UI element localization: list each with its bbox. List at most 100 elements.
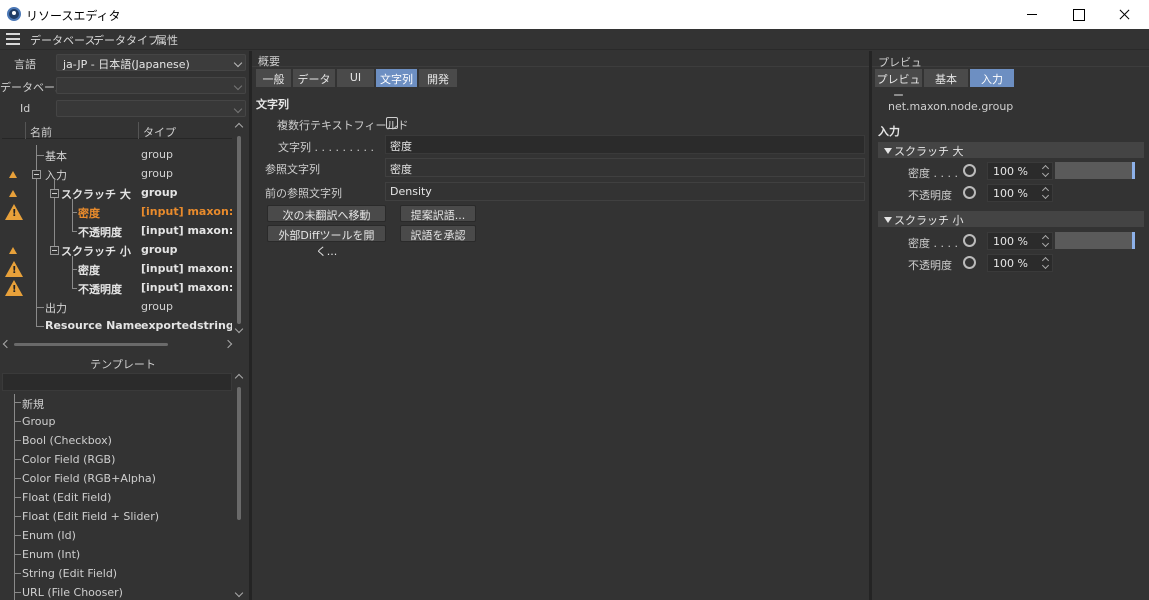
tree-row[interactable]: 基本 group xyxy=(0,146,232,165)
tab-ui[interactable]: UI xyxy=(337,69,375,87)
template-vertical-scrollbar[interactable] xyxy=(234,373,244,600)
tab-basic[interactable]: 基本 xyxy=(924,69,969,87)
scroll-up-icon[interactable] xyxy=(234,373,244,383)
language-select[interactable]: ja-JP - 日本語(Japanese) xyxy=(56,54,246,71)
tab-preview[interactable]: プレビュー xyxy=(875,69,923,102)
opacity-input[interactable]: 100 % xyxy=(987,254,1053,272)
scroll-thumb[interactable] xyxy=(237,136,241,324)
tree-row[interactable]: スクラッチ 大 group xyxy=(0,184,232,203)
group-scratch-large-header[interactable]: スクラッチ 大 xyxy=(878,142,1144,158)
string-input[interactable]: 密度 xyxy=(385,135,865,154)
tab-input[interactable]: 入力 xyxy=(970,69,1015,87)
template-item[interactable]: Float (Edit Field + Slider) xyxy=(22,510,159,523)
template-item[interactable]: Group xyxy=(22,415,56,428)
spinner-icon[interactable] xyxy=(1042,164,1050,178)
slider-handle[interactable] xyxy=(1132,162,1135,179)
template-item[interactable]: Bool (Checkbox) xyxy=(22,434,112,447)
tree-vertical-scrollbar[interactable] xyxy=(234,122,244,336)
keyframe-circle-icon[interactable] xyxy=(963,234,976,247)
spinner-icon[interactable] xyxy=(1042,234,1050,248)
title-bar: リソースエディタ xyxy=(0,0,1149,29)
multiline-checkbox[interactable] xyxy=(386,117,398,129)
suggest-translation-button[interactable]: 提案訳語... xyxy=(400,205,476,222)
template-item[interactable]: 新規 xyxy=(22,396,44,412)
template-item[interactable]: URL (File Chooser) xyxy=(22,586,123,599)
scroll-left-icon[interactable] xyxy=(2,339,12,349)
tree-row-selected[interactable]: 密度 [input] maxon::Flo xyxy=(0,203,232,222)
template-item[interactable]: Enum (Int) xyxy=(22,548,80,561)
maximize-button[interactable] xyxy=(1055,0,1101,29)
tree-row[interactable]: 不透明度 [input] maxon::Flo xyxy=(0,279,232,298)
menu-database[interactable]: データベース xyxy=(30,32,95,48)
tab-data[interactable]: データ xyxy=(293,69,336,87)
strings-heading: 文字列 xyxy=(256,98,289,111)
tree-row[interactable]: スクラッチ 小 group xyxy=(0,241,232,260)
density-value: 100 % xyxy=(993,235,1028,248)
scroll-thumb[interactable] xyxy=(237,387,241,520)
tree-row-type: group xyxy=(141,148,173,161)
tree-row-type: group xyxy=(141,243,178,256)
menu-datatype[interactable]: データタイプ xyxy=(93,32,159,48)
density-slider[interactable] xyxy=(1055,232,1135,249)
language-value: ja-JP - 日本語(Japanese) xyxy=(63,58,190,71)
tree-row[interactable]: 出力 group xyxy=(0,298,232,317)
density-slider[interactable] xyxy=(1055,162,1135,179)
density-label: 密度 . . . . xyxy=(908,167,958,180)
spinner-icon[interactable] xyxy=(1042,186,1050,200)
scroll-up-icon[interactable] xyxy=(234,122,244,132)
tree-row-type: exportedstring xyxy=(141,319,232,332)
scroll-right-icon[interactable] xyxy=(223,339,233,349)
template-item[interactable]: Color Field (RGB+Alpha) xyxy=(22,472,156,485)
collapse-toggle[interactable] xyxy=(50,189,59,198)
density-input[interactable]: 100 % xyxy=(987,232,1053,250)
tree-row[interactable]: Resource Name exportedstring xyxy=(0,317,232,336)
tree-horizontal-scrollbar[interactable] xyxy=(2,339,234,349)
hamburger-menu-icon[interactable] xyxy=(6,33,20,45)
tree-row[interactable]: 密度 [input] maxon::Flo xyxy=(0,260,232,279)
tree-row-warning xyxy=(9,171,17,178)
keyframe-circle-icon[interactable] xyxy=(963,164,976,177)
slider-handle[interactable] xyxy=(1132,232,1135,249)
menu-bar: データベース データタイプ 属性 xyxy=(0,29,1149,50)
template-item[interactable]: Color Field (RGB) xyxy=(22,453,115,466)
tree-column-name[interactable]: 名前 xyxy=(30,124,52,140)
right-panel-splitter[interactable] xyxy=(869,51,872,600)
tab-strings[interactable]: 文字列 xyxy=(376,69,418,87)
template-item[interactable]: String (Edit Field) xyxy=(22,567,117,580)
scroll-thumb[interactable] xyxy=(14,343,168,346)
template-item[interactable]: Float (Edit Field) xyxy=(22,491,111,504)
keyframe-circle-icon[interactable] xyxy=(963,186,976,199)
spinner-icon[interactable] xyxy=(1042,256,1050,270)
close-button[interactable] xyxy=(1101,0,1147,29)
left-panel-splitter[interactable] xyxy=(249,51,252,600)
density-value: 100 % xyxy=(993,165,1028,178)
approve-translation-button[interactable]: 訳語を承認 xyxy=(400,225,476,242)
chevron-down-icon xyxy=(233,58,243,68)
template-search-input[interactable] xyxy=(2,373,232,391)
keyframe-circle-icon[interactable] xyxy=(963,256,976,269)
node-id: net.maxon.node.group xyxy=(888,100,1014,113)
open-diff-tool-button[interactable]: 外部Diffツールを開く... xyxy=(267,225,386,258)
opacity-label: 不透明度 xyxy=(908,259,952,272)
language-label: 言語 xyxy=(14,58,36,71)
tree-column-type[interactable]: タイプ xyxy=(143,124,176,140)
opacity-input[interactable]: 100 % xyxy=(987,184,1053,202)
next-untranslated-button[interactable]: 次の未翻訳へ移動 xyxy=(267,205,386,222)
tree-row[interactable]: 不透明度 [input] maxon::Flo xyxy=(0,222,232,241)
menu-attributes[interactable]: 属性 xyxy=(156,32,178,48)
tree-row[interactable]: 入力 group xyxy=(0,165,232,184)
group-scratch-small-header[interactable]: スクラッチ 小 xyxy=(878,211,1144,227)
template-item[interactable]: Enum (Id) xyxy=(22,529,76,542)
tab-development[interactable]: 開発 xyxy=(419,69,458,87)
collapse-toggle[interactable] xyxy=(32,170,41,179)
minimize-button[interactable] xyxy=(1009,0,1055,29)
collapse-toggle[interactable] xyxy=(50,246,59,255)
scroll-down-icon[interactable] xyxy=(234,324,244,334)
database-select[interactable] xyxy=(56,77,246,94)
id-select[interactable] xyxy=(56,100,246,117)
tab-general[interactable]: 一般 xyxy=(256,69,292,87)
density-input[interactable]: 100 % xyxy=(987,162,1053,180)
previous-reference-label: 前の参照文字列 xyxy=(265,187,342,200)
input-heading: 入力 xyxy=(878,125,900,138)
scroll-down-icon[interactable] xyxy=(234,588,244,598)
